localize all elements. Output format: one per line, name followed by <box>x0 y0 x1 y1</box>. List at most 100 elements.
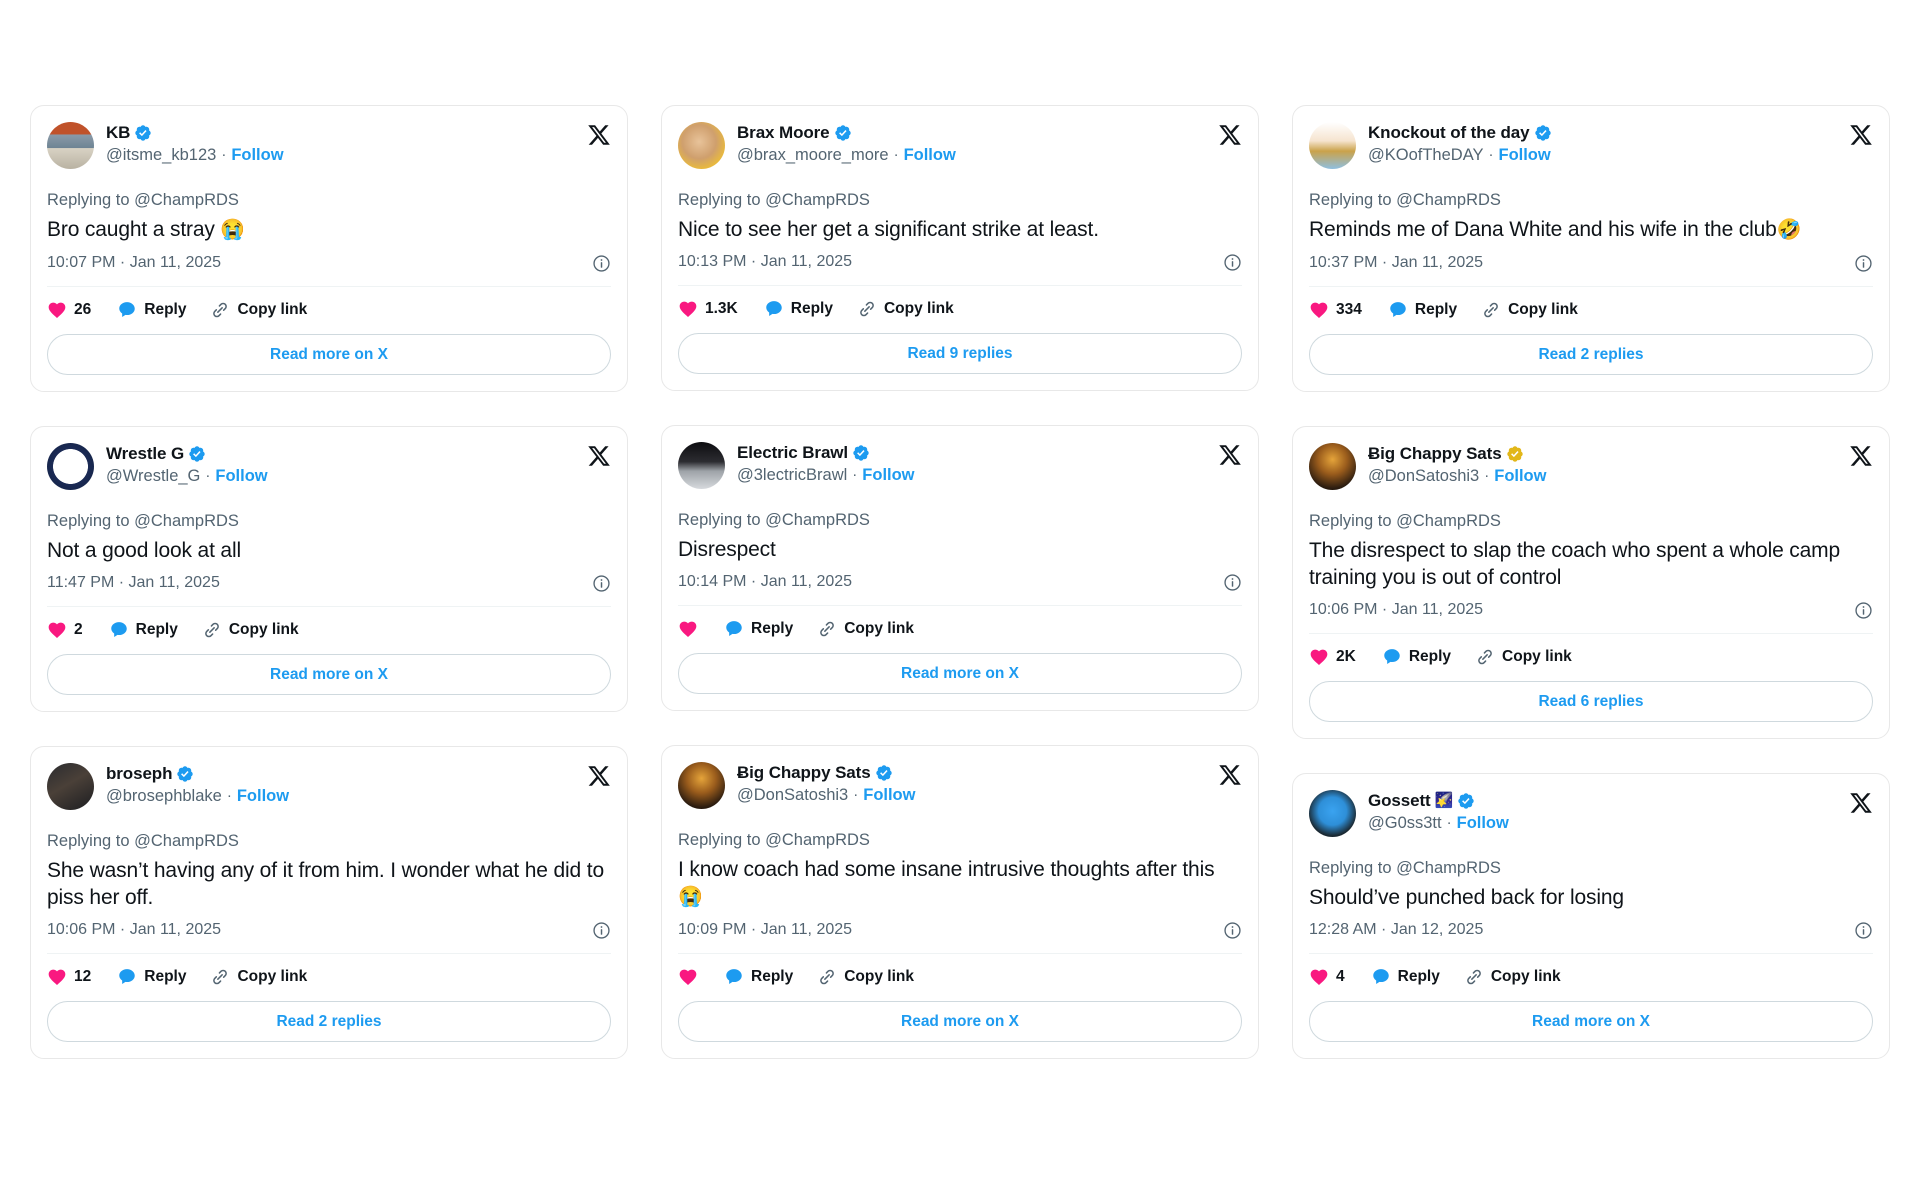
reply-bubble-icon <box>764 299 784 319</box>
copy-link-label: Copy link <box>1490 968 1561 985</box>
copy-link-button[interactable]: Copy link <box>857 299 954 319</box>
info-circle-icon[interactable] <box>592 254 611 273</box>
follow-link[interactable]: Follow <box>231 145 283 165</box>
like-button[interactable]: 26 <box>47 300 91 320</box>
reply-button[interactable]: Reply <box>117 300 186 320</box>
replying-to-label: Replying to @ChampRDS <box>1309 859 1501 877</box>
divider <box>47 953 611 954</box>
tweet-header: Knockout of the day @KOofTheDAY · Follow <box>1309 122 1873 172</box>
reply-button[interactable]: Reply <box>764 299 833 319</box>
like-count: 26 <box>74 301 92 318</box>
avatar[interactable] <box>1309 790 1356 837</box>
copy-link-button[interactable]: Copy link <box>1464 967 1561 987</box>
info-circle-icon[interactable] <box>1223 921 1242 940</box>
reply-label: Reply <box>144 968 187 985</box>
like-button[interactable]: 2K <box>1309 647 1356 667</box>
avatar[interactable] <box>1309 443 1356 490</box>
follow-link[interactable]: Follow <box>237 786 289 806</box>
tweet-header: Ƀig Chappy Sats @DonSatoshi3 · Follow <box>678 762 1242 812</box>
copy-link-button[interactable]: Copy link <box>1481 300 1578 320</box>
copy-link-button[interactable]: Copy link <box>210 967 307 987</box>
separator-dot: · <box>853 786 859 803</box>
like-button[interactable]: 12 <box>47 967 91 987</box>
tweet-text-body: Reminds me of Dana White and his wife in… <box>1309 218 1777 241</box>
read-more-button[interactable]: Read more on X <box>678 653 1242 694</box>
copy-link-button[interactable]: Copy link <box>817 967 914 987</box>
follow-link[interactable]: Follow <box>1498 145 1550 165</box>
reply-button[interactable]: Reply <box>1388 300 1457 320</box>
tweet-text: Nice to see her get a significant strike… <box>678 216 1242 243</box>
avatar[interactable] <box>47 443 94 490</box>
like-count: 2 <box>74 621 83 638</box>
avatar[interactable] <box>678 122 725 169</box>
read-more-button[interactable]: Read more on X <box>678 1001 1242 1042</box>
like-button[interactable]: 2 <box>47 620 83 640</box>
heart-icon <box>678 619 698 639</box>
follow-link[interactable]: Follow <box>1457 813 1509 833</box>
tweet-actions: 334 Reply Copy link <box>1309 300 1873 320</box>
reply-button[interactable]: Reply <box>1371 967 1440 987</box>
read-more-button[interactable]: Read more on X <box>47 654 611 695</box>
read-more-button[interactable]: Read 2 replies <box>47 1001 611 1042</box>
info-circle-icon[interactable] <box>592 574 611 593</box>
like-button[interactable] <box>678 967 698 987</box>
reply-bubble-icon <box>117 967 137 987</box>
heart-icon <box>678 299 698 319</box>
tweet-card[interactable]: Electric Brawl @3lectricBrawl · Follow Reply… <box>661 425 1259 711</box>
tweet-meta-row: 10:09 PM · Jan 11, 2025 <box>678 917 1242 943</box>
verified-badge-icon <box>852 444 870 462</box>
reply-button[interactable]: Reply <box>724 619 793 639</box>
like-count: 334 <box>1336 301 1362 318</box>
reply-button[interactable]: Reply <box>109 620 178 640</box>
follow-link[interactable]: Follow <box>904 145 956 165</box>
separator-dot: · <box>205 467 211 484</box>
timestamp: 10:07 PM · Jan 11, 2025 <box>47 254 222 271</box>
timestamp: 10:06 PM · Jan 11, 2025 <box>1309 601 1484 618</box>
tweet-card[interactable]: KB @itsme_kb123 · Follow Replying to @ChampR… <box>30 105 628 392</box>
read-more-button[interactable]: Read more on X <box>47 334 611 375</box>
follow-link[interactable]: Follow <box>1494 466 1546 486</box>
like-button[interactable] <box>678 619 698 639</box>
tweet-card[interactable]: Gossett 🌠 @G0ss3tt · Follow Replying to @Cham… <box>1292 773 1890 1059</box>
info-circle-icon[interactable] <box>1854 601 1873 620</box>
follow-link[interactable]: Follow <box>863 785 915 805</box>
copy-link-button[interactable]: Copy link <box>1475 647 1572 667</box>
info-circle-icon[interactable] <box>592 921 611 940</box>
copy-link-button[interactable]: Copy link <box>210 300 307 320</box>
tweet-card[interactable]: Brax Moore @brax_moore_more · Follow Replyin… <box>661 105 1259 391</box>
avatar[interactable] <box>47 763 94 810</box>
follow-link[interactable]: Follow <box>862 465 914 485</box>
read-more-button[interactable]: Read 6 replies <box>1309 681 1873 722</box>
copy-link-button[interactable]: Copy link <box>202 620 299 640</box>
info-circle-icon[interactable] <box>1854 254 1873 273</box>
separator-dot: · <box>1484 467 1490 484</box>
reply-button[interactable]: Reply <box>724 967 793 987</box>
tweet-card[interactable]: Ƀig Chappy Sats @DonSatoshi3 · Follow Replyi… <box>1292 426 1890 739</box>
tweet-card[interactable]: Knockout of the day @KOofTheDAY · Follow Rep… <box>1292 105 1890 392</box>
tweet-card[interactable]: Wrestle G @Wrestle_G · Follow Replying to @C… <box>30 426 628 712</box>
info-circle-icon[interactable] <box>1223 253 1242 272</box>
follow-link[interactable]: Follow <box>215 466 267 486</box>
like-button[interactable]: 334 <box>1309 300 1362 320</box>
like-button[interactable]: 1.3K <box>678 299 738 319</box>
reply-button[interactable]: Reply <box>1382 647 1451 667</box>
avatar[interactable] <box>1309 122 1356 169</box>
tweet-header: Ƀig Chappy Sats @DonSatoshi3 · Follow <box>1309 443 1873 493</box>
tweet-card[interactable]: Ƀig Chappy Sats @DonSatoshi3 · Follow Replyi… <box>661 745 1259 1059</box>
avatar[interactable] <box>678 442 725 489</box>
avatar[interactable] <box>678 762 725 809</box>
read-more-button[interactable]: Read more on X <box>1309 1001 1873 1042</box>
read-more-button[interactable]: Read 9 replies <box>678 333 1242 374</box>
reply-button[interactable]: Reply <box>117 967 186 987</box>
info-circle-icon[interactable] <box>1854 921 1873 940</box>
tweet-meta-row: 10:37 PM · Jan 11, 2025 <box>1309 250 1873 276</box>
read-more-button[interactable]: Read 2 replies <box>1309 334 1873 375</box>
verified-badge-icon <box>1506 445 1524 463</box>
like-button[interactable]: 4 <box>1309 967 1345 987</box>
info-circle-icon[interactable] <box>1223 573 1242 592</box>
tweet-card[interactable]: broseph @brosephblake · Follow Replying to @… <box>30 746 628 1059</box>
link-chain-icon <box>1464 967 1484 987</box>
copy-link-label: Copy link <box>844 968 914 985</box>
copy-link-button[interactable]: Copy link <box>817 619 914 639</box>
avatar[interactable] <box>47 122 94 169</box>
